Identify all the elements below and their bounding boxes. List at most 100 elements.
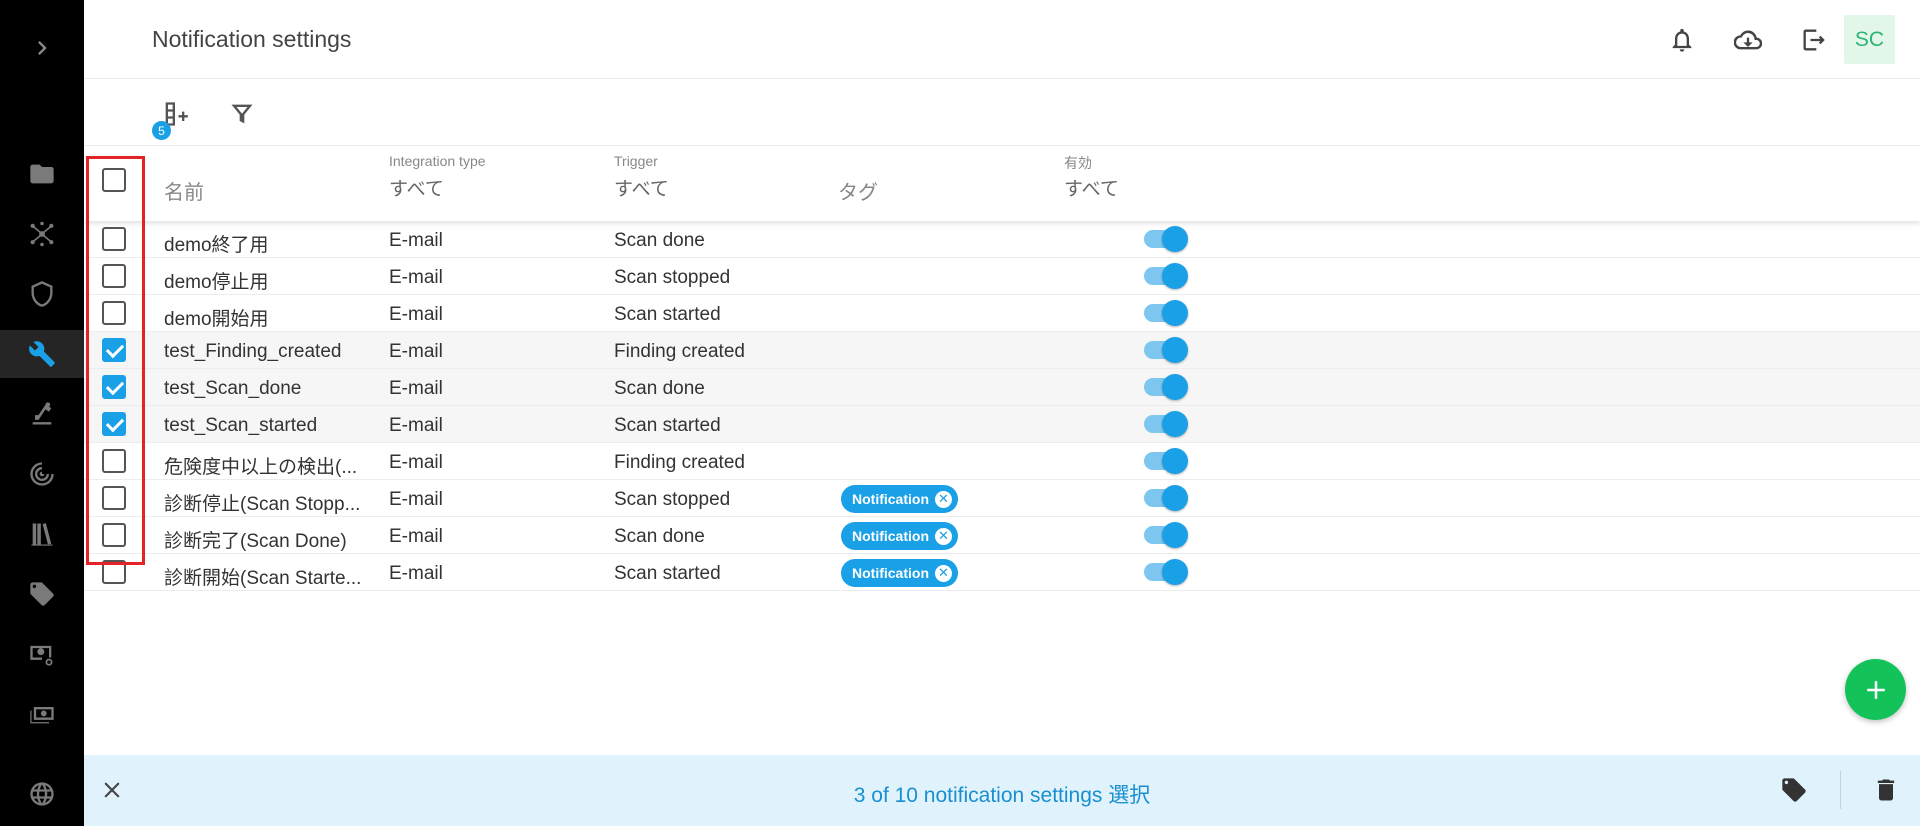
row-integration-type: E-mail [389, 341, 443, 362]
delete-icon[interactable] [1868, 772, 1904, 808]
row-checkbox[interactable] [102, 264, 126, 288]
row-integration-type: E-mail [389, 267, 443, 288]
table-row[interactable]: 危険度中以上の検出(... E-mail Finding created [84, 443, 1920, 480]
row-trigger: Scan stopped [614, 489, 731, 510]
tag-icon[interactable] [0, 570, 84, 618]
cloud-download-icon[interactable] [1730, 22, 1766, 58]
row-checkbox[interactable] [102, 338, 126, 362]
row-checkbox[interactable] [102, 301, 126, 325]
enabled-toggle[interactable] [1144, 448, 1188, 474]
row-checkbox[interactable] [102, 560, 126, 584]
column-header-name[interactable]: 名前 [164, 176, 204, 205]
folder-icon[interactable] [0, 150, 84, 198]
enabled-label: 有効 [1064, 155, 1092, 171]
enabled-toggle[interactable] [1144, 374, 1188, 400]
row-name[interactable]: 危険度中以上の検出(... [164, 452, 369, 479]
row-integration-type: E-mail [389, 526, 443, 547]
row-trigger: Scan started [614, 563, 721, 584]
tag-chip-label: Notification [852, 565, 929, 581]
table-row[interactable]: test_Finding_created E-mail Finding crea… [84, 332, 1920, 369]
table-row[interactable]: demo開始用 E-mail Scan started [84, 295, 1920, 332]
row-name[interactable]: demo終了用 [164, 230, 369, 257]
tag-chip[interactable]: Notification ✕ [841, 485, 958, 513]
enabled-toggle[interactable] [1144, 337, 1188, 363]
row-name[interactable]: test_Scan_done [164, 378, 369, 400]
side-nav [0, 0, 84, 826]
table-toolbar: 5 [84, 80, 1920, 146]
add-notification-button[interactable] [1845, 659, 1906, 720]
filter-icon[interactable] [224, 96, 260, 132]
selection-bar-divider [1840, 771, 1841, 809]
row-trigger: Scan done [614, 230, 705, 251]
row-name[interactable]: test_Finding_created [164, 341, 369, 363]
row-checkbox[interactable] [102, 449, 126, 473]
table-row[interactable]: test_Scan_started E-mail Scan started [84, 406, 1920, 443]
row-trigger: Finding created [614, 341, 745, 362]
column-header-tags[interactable]: タグ [838, 176, 878, 205]
row-checkbox[interactable] [102, 486, 126, 510]
row-trigger: Finding created [614, 452, 745, 473]
logout-icon[interactable] [1796, 22, 1832, 58]
enabled-toggle[interactable] [1144, 559, 1188, 585]
select-all-checkbox[interactable] [102, 168, 126, 192]
bell-icon[interactable] [1664, 22, 1700, 58]
columns-count-badge: 5 [152, 121, 171, 140]
remove-tag-icon[interactable]: ✕ [935, 527, 952, 545]
row-trigger: Scan started [614, 415, 721, 436]
enabled-toggle[interactable] [1144, 226, 1188, 252]
row-name[interactable]: 診断開始(Scan Starte... [164, 563, 369, 590]
page-title: Notification settings [152, 26, 352, 52]
enabled-filter[interactable]: すべて [1064, 174, 1119, 201]
row-checkbox[interactable] [102, 523, 126, 547]
tag-icon[interactable] [1776, 772, 1812, 808]
remove-tag-icon[interactable]: ✕ [935, 564, 952, 582]
row-name[interactable]: 診断停止(Scan Stopp... [164, 489, 369, 516]
table-row[interactable]: demo停止用 E-mail Scan stopped [84, 258, 1920, 295]
avatar[interactable]: SC [1844, 15, 1895, 64]
row-checkbox[interactable] [102, 375, 126, 399]
page-header: Notification settings SC [84, 0, 1920, 79]
enabled-toggle[interactable] [1144, 300, 1188, 326]
tag-chip[interactable]: Notification ✕ [841, 522, 958, 550]
trigger-label: Trigger [614, 153, 658, 169]
scanner-icon[interactable] [0, 390, 84, 438]
library-icon[interactable] [0, 510, 84, 558]
globe-icon[interactable] [0, 770, 84, 818]
cash-multiple-icon[interactable] [0, 690, 84, 738]
trigger-filter[interactable]: すべて [614, 174, 669, 201]
table-row[interactable]: demo終了用 E-mail Scan done [84, 221, 1920, 258]
tag-chip-label: Notification [852, 491, 929, 507]
table-row[interactable]: test_Scan_done E-mail Scan done [84, 369, 1920, 406]
row-name[interactable]: demo開始用 [164, 304, 369, 331]
table-body: demo終了用 E-mail Scan done demo停止用 E-mail … [84, 221, 1920, 591]
row-trigger: Scan stopped [614, 267, 731, 288]
integration-type-filter[interactable]: すべて [389, 174, 444, 201]
chevron-right-icon[interactable] [0, 24, 84, 72]
row-checkbox[interactable] [102, 227, 126, 251]
row-name[interactable]: 診断完了(Scan Done) [164, 526, 369, 553]
enabled-toggle[interactable] [1144, 522, 1188, 548]
table-row[interactable]: 診断開始(Scan Starte... E-mail Scan started … [84, 554, 1920, 591]
table-row[interactable]: 診断完了(Scan Done) E-mail Scan done Notific… [84, 517, 1920, 554]
enabled-toggle[interactable] [1144, 263, 1188, 289]
row-integration-type: E-mail [389, 230, 443, 251]
tag-chip[interactable]: Notification ✕ [841, 559, 958, 587]
remove-tag-icon[interactable]: ✕ [935, 490, 952, 508]
table-row[interactable]: 診断停止(Scan Stopp... E-mail Scan stopped N… [84, 480, 1920, 517]
row-name[interactable]: demo停止用 [164, 267, 369, 294]
row-integration-type: E-mail [389, 489, 443, 510]
shield-icon[interactable] [0, 270, 84, 318]
table-header: 名前 Integration type すべて Trigger すべて タグ 有… [84, 146, 1920, 221]
radar-icon[interactable] [0, 450, 84, 498]
row-integration-type: E-mail [389, 563, 443, 584]
row-checkbox[interactable] [102, 412, 126, 436]
enabled-toggle[interactable] [1144, 485, 1188, 511]
row-name[interactable]: test_Scan_started [164, 415, 369, 437]
network-icon[interactable] [0, 210, 84, 258]
enabled-toggle[interactable] [1144, 411, 1188, 437]
cash-sync-icon[interactable] [0, 630, 84, 678]
wrench-icon[interactable] [0, 330, 84, 378]
row-trigger: Scan done [614, 378, 705, 399]
tag-chip-label: Notification [852, 528, 929, 544]
integration-type-label: Integration type [389, 153, 486, 169]
